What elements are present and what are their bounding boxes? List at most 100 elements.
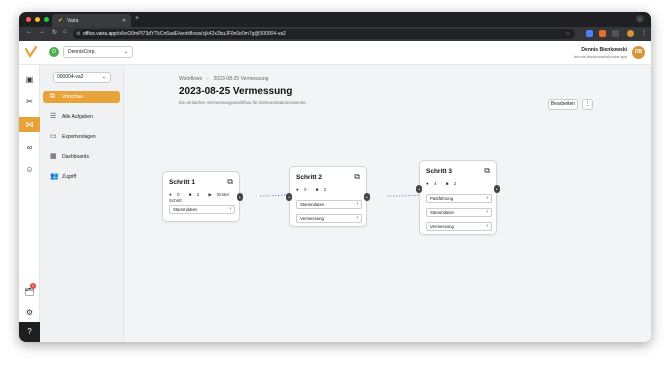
input-port[interactable]: ◂ [286, 193, 292, 201]
extension-icon[interactable] [599, 30, 606, 37]
address-bar[interactable]: ⚙ office.vaira.app/o/kxO0mPl73dYTkCn6adE… [73, 29, 575, 39]
task-icon: ● [426, 181, 429, 186]
step-meta: ● 0 ■ 2 ▶ Erster Schritt [169, 192, 239, 203]
step-form-row[interactable]: Pastführung › [426, 194, 492, 203]
sidebar-item-alle-aufgaben[interactable]: ☰ Alle Aufgaben [43, 111, 120, 123]
step-meta: ● 0 ■ 2 [296, 187, 334, 192]
task-icon: ● [296, 187, 299, 192]
open-external-icon[interactable]: ⧉ [354, 172, 360, 182]
sidebar: 000004-va2 ⌄ ⧉ Vorschau ☰ Alle Aufgaben … [40, 65, 124, 342]
site-info-icon[interactable]: ⚙ [76, 29, 80, 39]
chevron-down-icon: ⌄ [101, 74, 106, 80]
list-icon: ☰ [50, 113, 57, 120]
notifications-icon[interactable]: 🗂 1 [23, 283, 36, 298]
chevron-right-icon: › [356, 201, 358, 207]
link-icon[interactable]: ∞ [23, 141, 36, 154]
contacts-icon[interactable]: ☺ [23, 163, 36, 176]
sidebar-item-dashboards[interactable]: ▦ Dashboards [43, 151, 120, 163]
browser-tab[interactable]: ✔ Vaira ✕ [52, 14, 131, 27]
document-icon: ■ [315, 187, 319, 192]
step-form-row[interactable]: Stammdaten › [169, 205, 235, 214]
sidebar-item-vorschau[interactable]: ⧉ Vorschau [43, 91, 120, 103]
chevron-right-icon: › [486, 209, 488, 215]
home-icon[interactable]: ⌂ [63, 29, 67, 35]
side-panel-icon[interactable] [612, 30, 619, 37]
settings-gear-icon[interactable]: ⚙ [23, 306, 36, 319]
close-tab-icon[interactable]: ✕ [122, 18, 126, 24]
user-info[interactable]: Dennis Bienkowski dennis.bienkowski@vair… [574, 47, 627, 59]
extension-icon[interactable] [586, 30, 593, 37]
main-content: Workflows › 2023-08-25 Vermessung 2023-08-… [124, 65, 651, 342]
workflow-icon[interactable]: ⋈ [19, 117, 40, 132]
workflow-select-value: 000004-va2 [57, 74, 84, 80]
user-name: Dennis Bienkowski [581, 47, 627, 53]
forward-icon[interactable]: → [39, 29, 45, 35]
docs-count: ■ 2 [188, 192, 200, 197]
sidebar-item-label: Alle Aufgaben [62, 114, 93, 120]
document-icon: ■ [188, 192, 192, 197]
sidebar-item-label: Dashboards [62, 154, 89, 160]
sidebar-item-label: Vorschau [62, 94, 83, 100]
output-port[interactable]: ▸ [494, 185, 500, 193]
reload-icon[interactable]: ↻ [52, 29, 57, 36]
inbox-icon[interactable]: ▣ [23, 73, 36, 86]
browser-tab-bar: ✔ Vaira ✕ + ⌄ [19, 12, 651, 27]
browser-window: ✔ Vaira ✕ + ⌄ ← → ↻ ⌂ ⚙ office.vaira.app… [19, 12, 651, 342]
output-port[interactable]: ▸ [364, 193, 370, 201]
step-form-row[interactable]: Stammdaten › [426, 208, 492, 217]
workflow-step-2[interactable]: Schritt 2 ⧉ ● 0 ■ 2 Stammdaten › Vermessu… [286, 166, 370, 227]
edge-step2-step3 [386, 194, 423, 197]
workflow-step-3[interactable]: Schritt 3 ⧉ ● 4 ■ 2 Pastführung › Stammda… [416, 160, 500, 235]
browser-tab-title: Vaira [67, 17, 79, 24]
url-host: office.vaira.app [83, 31, 117, 37]
step-form-row[interactable]: Vermessung › [426, 222, 492, 231]
minimize-window-button[interactable] [35, 17, 40, 22]
vaira-logo-icon[interactable] [24, 45, 38, 59]
tab-search-icon[interactable]: ⌄ [636, 15, 644, 23]
profile-icon[interactable] [627, 30, 634, 37]
avatar[interactable]: DB [632, 46, 645, 59]
url-path: /o/kxO0mPl73dYTkCn6adE/workflows/cjk42x2… [116, 31, 286, 37]
organization-select[interactable]: DennisCorp. ⌄ [63, 46, 133, 58]
step-title: Schritt 2 [296, 174, 323, 181]
sidebar-item-label: Zugriff [62, 174, 77, 180]
docs-count: ■ 2 [445, 181, 457, 186]
bookmark-star-icon[interactable]: ☆ [566, 29, 570, 39]
icon-rail: ▣ ✂ ⋈ ∞ ☺ 🗂 1 ⚙ ? [19, 65, 40, 342]
step-title: Schritt 1 [169, 179, 196, 186]
help-icon[interactable]: ? [19, 322, 40, 342]
open-external-icon[interactable]: ⧉ [484, 166, 490, 176]
tasks-count: ● 4 [426, 181, 437, 186]
chevron-down-icon: ⌄ [123, 49, 128, 55]
step-title: Schritt 3 [426, 168, 453, 175]
workflow-select[interactable]: 000004-va2 ⌄ [53, 72, 111, 83]
org-avatar: D [49, 47, 59, 57]
workflow-step-1[interactable]: Schritt 1 ⧉ ● 0 ■ 2 ▶ Erster Schritt Sta… [162, 171, 243, 222]
chevron-right-icon: › [229, 206, 231, 212]
grid-icon: ▦ [50, 153, 57, 160]
user-email: dennis.bienkowski@vaira.app [574, 54, 627, 59]
input-port[interactable]: ◂ [416, 185, 422, 193]
docs-count: ■ 2 [315, 187, 327, 192]
sidebar-item-exportvorlagen[interactable]: ▭ Exportvorlagen [43, 131, 120, 143]
step-form-row[interactable]: Stammdaten › [296, 200, 362, 209]
document-icon: ■ [445, 181, 449, 186]
output-port[interactable]: ▸ [237, 193, 243, 201]
tools-icon[interactable]: ✂ [23, 95, 36, 108]
organization-name: DennisCorp. [68, 49, 96, 55]
play-icon: ▶ [208, 192, 212, 197]
new-tab-icon[interactable]: + [135, 15, 139, 22]
vaira-favicon-icon: ✔ [58, 18, 64, 24]
sidebar-item-zugriff[interactable]: 👥 Zugriff [43, 171, 120, 183]
open-external-icon[interactable]: ⧉ [227, 177, 233, 187]
browser-menu-icon[interactable]: ⋮ [641, 29, 647, 36]
notification-badge: 1 [30, 283, 36, 289]
sidebar-item-label: Exportvorlagen [62, 134, 96, 140]
flow-icon: ⧉ [50, 93, 55, 100]
step-form-row[interactable]: Vermessung › [296, 214, 362, 223]
close-window-button[interactable] [26, 17, 31, 22]
maximize-window-button[interactable] [44, 17, 49, 22]
chevron-right-icon: › [356, 215, 358, 221]
tasks-count: ● 0 [169, 192, 180, 197]
back-icon[interactable]: ← [26, 29, 32, 35]
